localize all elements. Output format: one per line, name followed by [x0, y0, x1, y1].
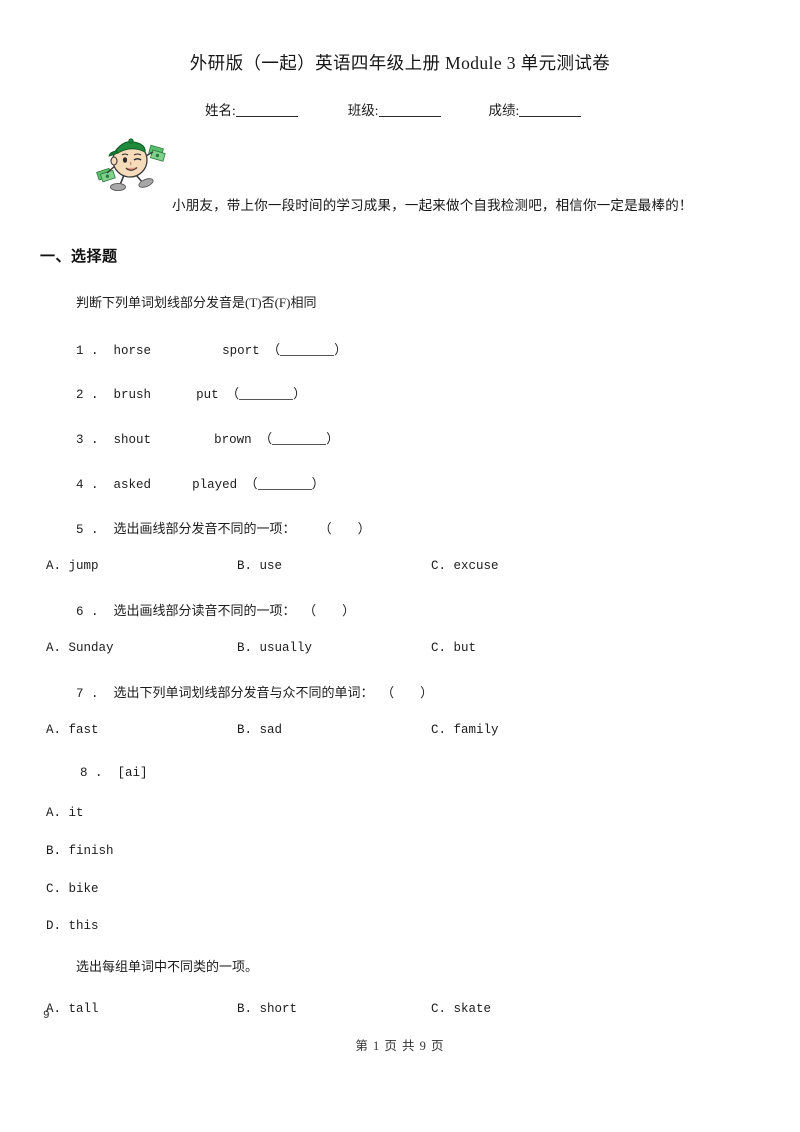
question-8-option-d[interactable]: D. this: [46, 919, 99, 933]
class-field: 班级:: [348, 99, 441, 119]
question-6-option-b[interactable]: B. usually: [237, 641, 312, 655]
question-3-word-a: shout: [113, 433, 152, 447]
question-5-number: 5 .: [76, 523, 99, 537]
question-7-prompt: 选出下列单词划线部分发音与众不同的单词：: [113, 685, 374, 700]
score-label: 成绩:: [488, 103, 520, 118]
page-footer: 第 1 页 共 9 页: [355, 1039, 445, 1053]
page-title: 外研版（一起）英语四年级上册 Module 3 单元测试卷: [189, 53, 611, 73]
name-blank[interactable]: [235, 116, 298, 117]
question-3-number: 3 .: [76, 433, 99, 447]
question-4-number: 4 .: [76, 478, 99, 492]
class-label: 班级:: [347, 103, 379, 118]
question-row-8-prompt: 8 . [ai]: [80, 766, 148, 780]
class-blank[interactable]: [378, 116, 441, 117]
question-8-option-b[interactable]: B. finish: [46, 844, 114, 858]
question-4-answer-blank[interactable]: （）: [245, 473, 325, 492]
question-8-number: 8 .: [80, 766, 103, 780]
question-7-option-a[interactable]: A. fast: [46, 723, 99, 737]
instruction-odd-one-out: 选出每组单词中不同类的一项。: [76, 959, 259, 974]
intro-sentence: 小朋友，带上你一段时间的学习成果，一起来做个自我检测吧，相信你一定是最棒的！: [172, 198, 693, 213]
identity-fields: 姓名: 班级: 成绩:: [205, 99, 765, 119]
question-row-2: 2 . brush put （）: [76, 383, 306, 402]
name-label: 姓名:: [205, 103, 236, 118]
question-5-options: A. jump B. use C. excuse: [0, 559, 800, 579]
question-7-option-b[interactable]: B. sad: [237, 723, 282, 737]
question-6-number: 6 .: [76, 605, 99, 619]
question-5-option-c[interactable]: C. excuse: [431, 559, 499, 573]
question-9-options: A. tall B. short C. skate: [0, 1002, 800, 1022]
question-5-answer-paren[interactable]: （）: [319, 518, 371, 537]
document-page: 外研版（一起）英语四年级上册 Module 3 单元测试卷 姓名: 班级: 成绩:: [0, 0, 800, 1132]
section-heading-choice: 一、选择题: [40, 247, 118, 265]
question-row-6-prompt: 6 . 选出画线部分读音不同的一项： （）: [76, 600, 355, 619]
question-7-options: A. fast B. sad C. family: [0, 723, 800, 743]
question-row-3: 3 . shout brown （）: [76, 428, 339, 447]
question-2-answer-blank[interactable]: （）: [226, 383, 306, 402]
question-9-option-c[interactable]: C. skate: [431, 1002, 491, 1016]
question-7-option-c[interactable]: C. family: [431, 723, 499, 737]
question-3-answer-blank[interactable]: （）: [259, 428, 339, 447]
question-2-word-a: brush: [113, 388, 152, 402]
question-6-options: A. Sunday B. usually C. but: [0, 641, 800, 661]
name-field: 姓名:: [205, 99, 298, 119]
score-field: 成绩:: [489, 99, 582, 119]
cartoon-boy-with-money-icon: [96, 131, 168, 193]
question-row-5-prompt: 5 . 选出画线部分发音不同的一项： （）: [76, 518, 371, 537]
question-6-option-c[interactable]: C. but: [431, 641, 476, 655]
question-1-word-a: horse: [113, 344, 152, 358]
question-4-word-b: played: [192, 478, 238, 492]
question-row-1: 1 . horse sport （）: [76, 339, 347, 358]
question-8-prompt: [ai]: [117, 766, 148, 780]
question-1-word-b: sport: [222, 344, 260, 358]
question-5-prompt: 选出画线部分发音不同的一项：: [113, 521, 296, 536]
question-9-option-a[interactable]: A. tall: [46, 1002, 99, 1016]
instruction-true-false: 判断下列单词划线部分发音是(T)否(F)相同: [76, 295, 317, 310]
question-8-option-c[interactable]: C. bike: [46, 882, 99, 896]
score-blank[interactable]: [519, 116, 582, 117]
question-1-number: 1 .: [76, 344, 99, 358]
question-4-word-a: asked: [113, 478, 152, 492]
question-6-answer-paren[interactable]: （）: [303, 600, 355, 619]
question-8-option-a[interactable]: A. it: [46, 806, 84, 820]
question-2-number: 2 .: [76, 388, 99, 402]
question-9-option-b[interactable]: B. short: [237, 1002, 297, 1016]
question-row-7-prompt: 7 . 选出下列单词划线部分发音与众不同的单词： （）: [76, 682, 433, 701]
question-2-word-b: put: [196, 388, 219, 402]
question-3-word-b: brown: [214, 433, 252, 447]
question-7-number: 7 .: [76, 687, 99, 701]
question-5-option-b[interactable]: B. use: [237, 559, 282, 573]
question-6-prompt: 选出画线部分读音不同的一项：: [113, 603, 296, 618]
question-5-option-a[interactable]: A. jump: [46, 559, 99, 573]
question-6-option-a[interactable]: A. Sunday: [46, 641, 114, 655]
question-1-answer-blank[interactable]: （）: [267, 339, 347, 358]
question-7-answer-paren[interactable]: （）: [381, 682, 433, 701]
question-row-4: 4 . asked played （）: [76, 473, 325, 492]
